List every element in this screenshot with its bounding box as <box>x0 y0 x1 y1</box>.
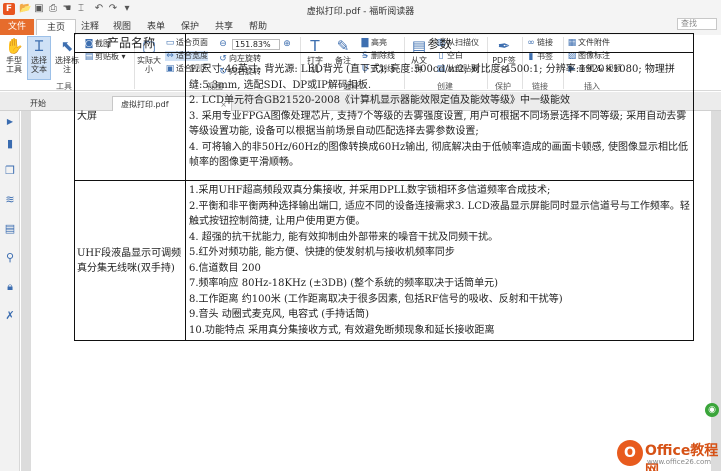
param-line: 4. 超强的抗干扰能力, 能有效抑制由外部带来的噪音干扰及同频干扰。 <box>189 231 499 243</box>
header-product-name: 产品名称 <box>74 33 186 53</box>
param-line: 9.音头 动圈式麦克风, 电容式 (手持话筒) <box>189 309 370 320</box>
tab-start[interactable]: 开始 <box>22 96 82 111</box>
param-line: 7.频率响应 80Hz-18KHz (±3DB) (整个系统的频率取决于话筒单元… <box>189 278 499 289</box>
group-label-tools: 工具 <box>56 82 72 91</box>
menu-file[interactable]: 文件 <box>0 19 34 35</box>
param-line: 4. 可将输入的非50Hz/60Hz的图像转换成60Hz输出, 彻底解决由于低帧… <box>189 141 688 169</box>
watermark-logo: O Office教程网 www.office26.com <box>617 438 719 471</box>
param-line: 2.平衡和非平衡两种选择输出端口, 适应不同的设备连接需求3. LCD液晶显示屏… <box>189 200 690 228</box>
param-line: 8.工作距离 约100米 (工作距离取决于很多因素, 包括RF信号的吸收、反射和… <box>189 293 563 305</box>
page-navigator-icon[interactable]: ◉ <box>705 403 719 417</box>
window-title: 虚拟打印.pdf - 福昕阅读器 <box>306 7 415 17</box>
param-line: 1.采用UHF超高频段双真分集接收, 并采用DPLL数字锁相环多信道频率合成技术… <box>189 185 551 196</box>
comments-panel-icon[interactable]: ▤ <box>3 222 17 236</box>
search-input[interactable]: 查找 <box>677 18 717 30</box>
menu-tab-home[interactable]: 主页 <box>36 19 76 35</box>
watermark-url: www.office26.com <box>647 458 712 466</box>
row-parameters: 1.采用UHF超高频段双真分集接收, 并采用DPLL数字锁相环多信道频率合成技术… <box>185 180 694 341</box>
navigation-panel: ▶ ▮ ❐ ≋ ▤ ⚲ 🔒︎ ✗ <box>0 111 20 471</box>
office-logo-icon: O <box>617 440 643 466</box>
param-line: 3. 采用专业FPGA图像处理芯片, 支持7个等级的去雾强度设置, 用户可根据不… <box>189 110 687 138</box>
hand-tool-button[interactable]: ✋ 手型工具 <box>3 37 25 74</box>
param-line: 1. 尺寸:46英寸; 背光源: LED背光 (直下式); 亮度:500cd/m… <box>189 64 675 91</box>
expand-panel-icon[interactable]: ▶ <box>3 115 17 129</box>
row-parameters: 1. 尺寸:46英寸; 背光源: LED背光 (直下式); 亮度:500cd/m… <box>185 52 694 181</box>
param-line: 10.功能特点 采用真分集接收方式, 有效避免断频现象和延长接收距离 <box>189 324 495 336</box>
pages-panel-icon[interactable]: ❐ <box>3 164 17 178</box>
bookmark-panel-icon[interactable]: ▮ <box>3 137 17 151</box>
table-row: 大屏 1. 尺寸:46英寸; 背光源: LED背光 (直下式); 亮度:500c… <box>74 52 694 181</box>
param-line: 2. LCD单元符合GB21520-2008《计算机显示器能效限定值及能效等级》… <box>189 95 571 107</box>
table-header-row: 产品名称 参数 <box>74 33 694 53</box>
row-product-name: 大屏 <box>74 52 186 181</box>
header-parameters: 参数 <box>185 33 694 53</box>
param-line: 5.红外对频功能, 能方便、快捷的使发射机与接收机频率同步 <box>189 247 455 258</box>
spec-table: 产品名称 参数 大屏 1. 尺寸:46英寸; 背光源: LED背光 (直下式);… <box>74 33 694 341</box>
signature-panel-icon[interactable]: ✗ <box>3 309 17 323</box>
layers-panel-icon[interactable]: ≋ <box>3 193 17 207</box>
title-bar: F 📂 ▣ ⎙ ☚ ⌶ ↶ ↷ ▾ 虚拟打印.pdf - 福昕阅读器 <box>0 0 721 19</box>
security-panel-icon[interactable]: 🔒︎ <box>3 280 17 294</box>
hand-icon: ✋ <box>5 37 24 55</box>
row-product-name: UHF段液晶显示可调频真分集无线咪(双手持) <box>74 180 186 341</box>
param-line: 6.信道数目 200 <box>189 262 261 274</box>
text-cursor-icon: Ɪ <box>34 37 44 55</box>
table-row: UHF段液晶显示可调频真分集无线咪(双手持) 1.采用UHF超高频段双真分集接收… <box>74 180 694 341</box>
watermark-brand: Office教程网 <box>645 443 719 471</box>
select-text-button[interactable]: Ɪ 选择文本 <box>27 36 51 80</box>
attachments-panel-icon[interactable]: ⚲ <box>3 251 17 265</box>
